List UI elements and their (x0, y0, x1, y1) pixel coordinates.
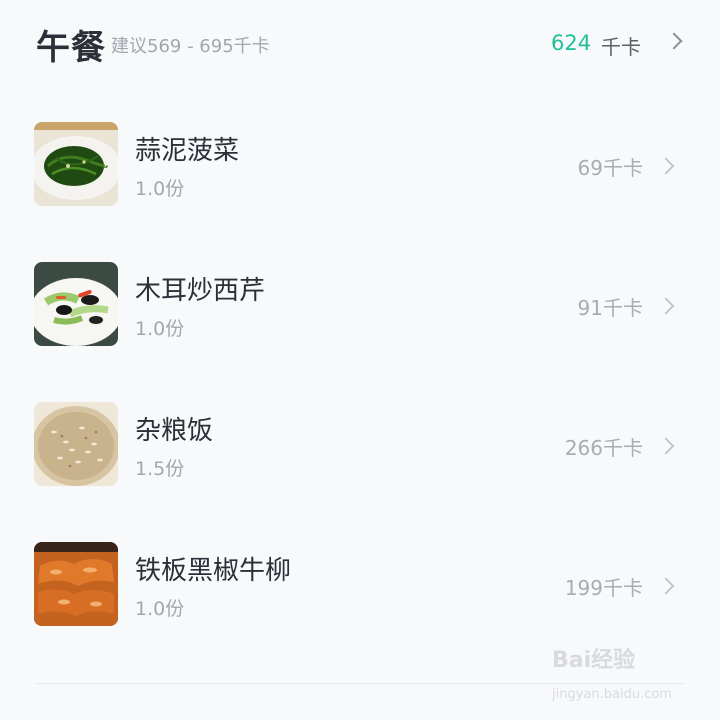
watermark-logo: Bai经验 (552, 648, 636, 673)
food-portion: 1.0份 (135, 178, 185, 200)
list-divider (36, 683, 684, 684)
food-portion: 1.0份 (135, 598, 185, 620)
watermark-url: jingyan.baidu.com (552, 687, 672, 702)
food-kcal: 199千卡 (564, 576, 643, 600)
food-thumbnail (34, 402, 118, 486)
chevron-right-icon (657, 437, 675, 455)
meal-title: 午餐 (36, 28, 106, 68)
chevron-right-icon[interactable] (665, 32, 683, 50)
food-thumbnail (34, 262, 118, 346)
food-item-spinach[interactable]: 蒜泥菠菜 1.0份 69千卡 (0, 122, 720, 262)
food-item-celery[interactable]: 木耳炒西芹 1.0份 91千卡 (0, 262, 720, 402)
food-kcal: 266千卡 (564, 436, 643, 460)
food-item-rice[interactable]: 杂粮饭 1.5份 266千卡 (0, 402, 720, 542)
food-name: 蒜泥菠菜 (135, 136, 240, 166)
food-portion: 1.0份 (135, 318, 185, 340)
chevron-right-icon (657, 577, 675, 595)
food-portion: 1.5份 (135, 458, 185, 480)
food-name: 杂粮饭 (135, 416, 214, 446)
meal-total-kcal: 624 (551, 31, 592, 55)
chevron-right-icon (657, 157, 675, 175)
food-kcal: 91千卡 (577, 296, 643, 320)
food-name: 铁板黑椒牛柳 (135, 556, 292, 586)
meal-header[interactable]: 午餐 建议569 - 695千卡 624 千卡 (0, 0, 720, 84)
food-kcal: 69千卡 (577, 156, 643, 180)
food-thumbnail (34, 542, 118, 626)
food-thumbnail (34, 122, 118, 206)
chevron-right-icon (657, 297, 675, 315)
food-name: 木耳炒西芹 (135, 276, 266, 306)
meal-suggestion: 建议569 - 695千卡 (111, 36, 270, 57)
meal-kcal-unit: 千卡 (601, 35, 641, 59)
